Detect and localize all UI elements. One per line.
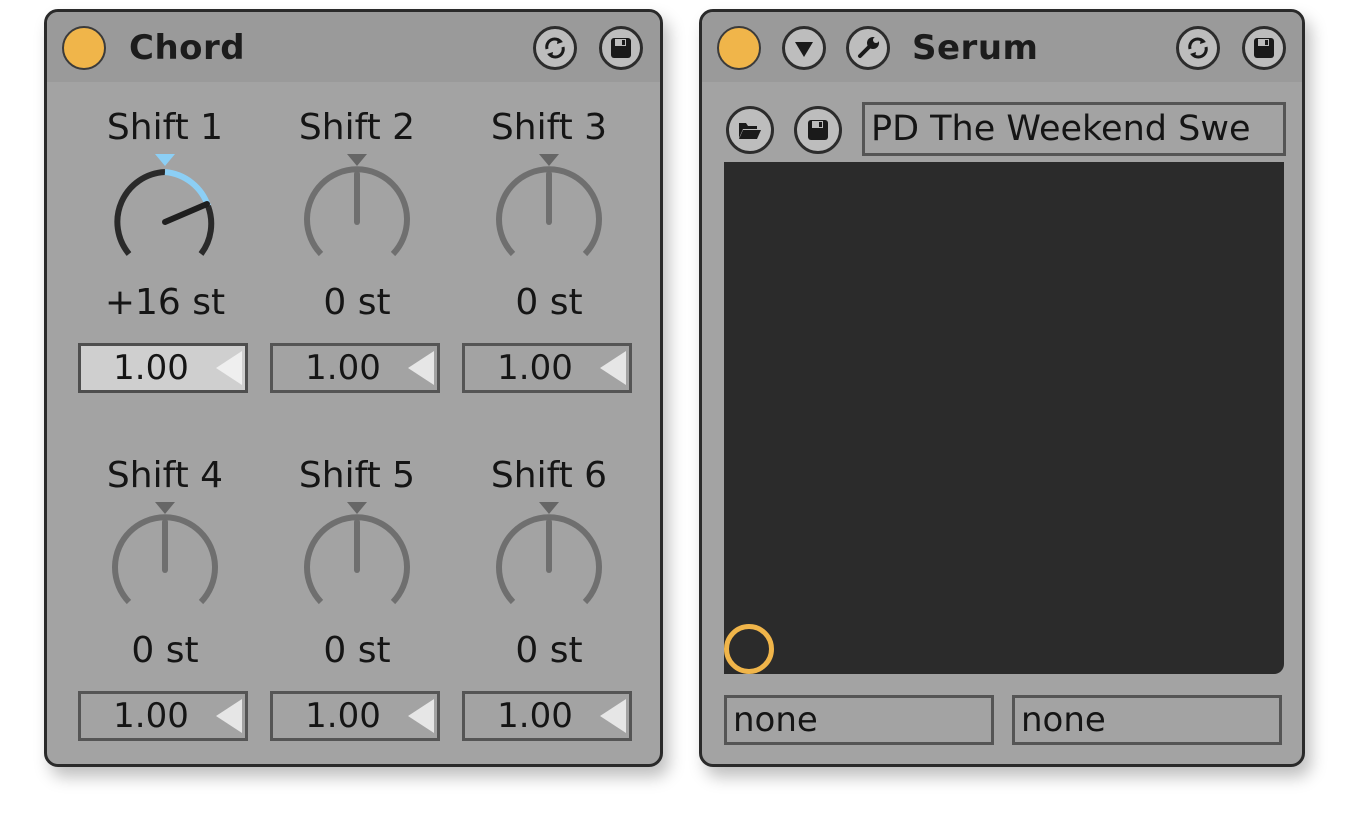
serum-hot-swap-button[interactable] bbox=[1176, 26, 1220, 70]
amount-value: 1.00 bbox=[305, 696, 381, 736]
hot-swap-icon bbox=[1188, 37, 1208, 59]
knob-value: +16 st bbox=[104, 282, 226, 323]
knob-value: 0 st bbox=[323, 282, 391, 323]
serum-save-button[interactable] bbox=[1242, 26, 1286, 70]
knob-value: 0 st bbox=[515, 630, 583, 671]
xy-x-param-selector[interactable]: none bbox=[724, 695, 994, 745]
save-icon bbox=[611, 38, 631, 58]
chord-power-button[interactable] bbox=[62, 26, 106, 70]
amount-box-1[interactable]: 1.00 bbox=[78, 343, 248, 393]
save-preset-button[interactable] bbox=[794, 106, 842, 154]
knob-dial[interactable] bbox=[105, 500, 225, 620]
amount-box-4[interactable]: 1.00 bbox=[78, 691, 248, 741]
serum-edit-button[interactable] bbox=[846, 26, 890, 70]
triangle-left-icon bbox=[600, 351, 626, 385]
hot-swap-icon bbox=[545, 37, 565, 59]
amount-box-2[interactable]: 1.00 bbox=[270, 343, 440, 393]
amount-value: 1.00 bbox=[305, 348, 381, 388]
chord-device: Chord Shift 1 +16 st 1.00 Shift 2 0 st 1… bbox=[44, 9, 663, 767]
serum-power-button[interactable] bbox=[717, 26, 761, 70]
amount-value: 1.00 bbox=[497, 696, 573, 736]
knob-value: 0 st bbox=[131, 630, 199, 671]
save-icon bbox=[808, 120, 828, 140]
preset-name-field[interactable]: PD The Weekend Swe bbox=[862, 102, 1286, 156]
knob-dial[interactable] bbox=[105, 152, 225, 272]
knob-label: Shift 6 bbox=[490, 455, 608, 496]
folder-open-icon bbox=[739, 123, 761, 139]
knob-dial[interactable] bbox=[489, 500, 609, 620]
knob-value: 0 st bbox=[515, 282, 583, 323]
x-param-label: none bbox=[733, 700, 818, 740]
triangle-left-icon bbox=[408, 699, 434, 733]
knob-value: 0 st bbox=[323, 630, 391, 671]
amount-box-3[interactable]: 1.00 bbox=[462, 343, 632, 393]
triangle-left-icon bbox=[216, 351, 242, 385]
xy-y-param-selector[interactable]: none bbox=[1012, 695, 1282, 745]
amount-value: 1.00 bbox=[497, 348, 573, 388]
chord-title-bar[interactable]: Chord bbox=[47, 12, 660, 82]
chord-title: Chord bbox=[129, 28, 246, 68]
dropdown-arrow-icon bbox=[795, 42, 813, 57]
knob-label: Shift 1 bbox=[106, 107, 224, 148]
amount-value: 1.00 bbox=[113, 348, 189, 388]
knob-label: Shift 4 bbox=[106, 455, 224, 496]
triangle-left-icon bbox=[408, 351, 434, 385]
load-preset-button[interactable] bbox=[726, 106, 774, 154]
amount-box-6[interactable]: 1.00 bbox=[462, 691, 632, 741]
amount-box-5[interactable]: 1.00 bbox=[270, 691, 440, 741]
triangle-left-icon bbox=[600, 699, 626, 733]
xy-pad[interactable] bbox=[724, 162, 1284, 674]
serum-device: Serum PD The Weekend Swe none none bbox=[699, 9, 1305, 767]
chord-hot-swap-button[interactable] bbox=[533, 26, 577, 70]
knob-label: Shift 5 bbox=[298, 455, 416, 496]
amount-value: 1.00 bbox=[113, 696, 189, 736]
y-param-label: none bbox=[1021, 700, 1106, 740]
triangle-left-icon bbox=[216, 699, 242, 733]
knob-dial[interactable] bbox=[297, 152, 417, 272]
xy-handle[interactable] bbox=[724, 624, 774, 674]
knob-dial[interactable] bbox=[489, 152, 609, 272]
serum-title: Serum bbox=[912, 28, 1039, 68]
serum-expand-button[interactable] bbox=[782, 26, 826, 70]
wrench-icon bbox=[858, 37, 879, 58]
save-icon bbox=[1254, 38, 1274, 58]
knob-label: Shift 2 bbox=[298, 107, 416, 148]
knob-label: Shift 3 bbox=[490, 107, 608, 148]
preset-name: PD The Weekend Swe bbox=[871, 109, 1251, 149]
chord-save-button[interactable] bbox=[599, 26, 643, 70]
knob-dial[interactable] bbox=[297, 500, 417, 620]
serum-title-bar[interactable]: Serum bbox=[702, 12, 1302, 82]
